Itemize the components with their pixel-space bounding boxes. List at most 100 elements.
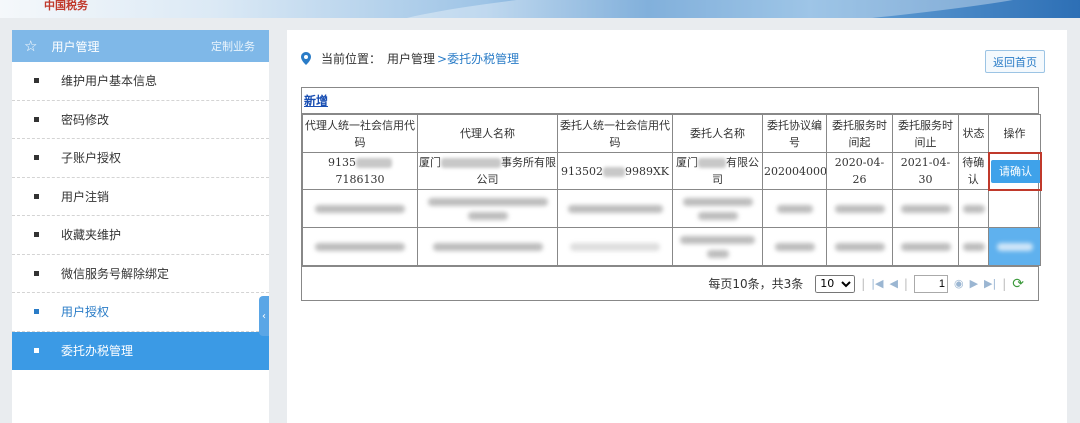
delegation-grid: 新增 代理人统一社会信用代码 代理人名称 委托人统一社会信用代码 委托人名称 委… [301,87,1042,301]
sidebar-item-label: 用户注销 [61,189,110,204]
sidebar-item-sub-account[interactable]: 子账户授权 [12,139,269,178]
agent-code-cell: 9135 7186130 [302,152,418,190]
col-header: 代理人名称 [417,114,558,153]
sidebar-item-label: 维护用户基本信息 [61,74,158,89]
bullet-icon [34,309,39,315]
col-header: 状态 [958,114,989,153]
refresh-icon[interactable]: ⟳ [1012,276,1024,292]
blurred-cell [892,189,959,228]
blurred-text [315,204,405,213]
sidebar-item-delegation[interactable]: 委托办税管理 [12,331,269,370]
blurred-text [996,242,1033,251]
agent-name-cell: 厦门 事务所有限公司 [417,152,558,190]
sidebar-item-basic-info[interactable]: 维护用户基本信息 [12,62,269,101]
page-size-select[interactable]: 10 [815,274,856,293]
location-pin-icon [301,52,311,65]
redaction-mask [602,166,625,177]
blurred-text [467,211,508,220]
blurred-text [900,204,951,213]
blurred-action-cell[interactable] [988,227,1041,266]
blurred-text [570,242,660,251]
go-page-icon[interactable]: ◉ [954,277,964,290]
blurred-cell [557,189,673,228]
blurred-cell [302,227,418,266]
blurred-cell [988,189,1041,228]
table-row [302,227,1041,266]
bullet-icon [34,116,39,122]
star-icon: ☆ [24,37,38,55]
blurred-text [680,235,755,244]
blurred-text [427,197,548,206]
blurred-cell [302,189,418,228]
blurred-text [834,242,885,251]
blurred-text [776,204,813,213]
breadcrumb: 当前位置： 用户管理 >委托办税管理 [301,50,519,67]
blurred-cell [417,189,558,228]
start-date-cell: 2020-04-26 [826,152,893,190]
agent-name-prefix: 厦门 [419,156,441,169]
redaction-mask [698,158,726,168]
blurred-cell [672,227,763,266]
sidebar-collapse-handle[interactable]: ‹ [259,296,269,336]
col-header: 代理人统一社会信用代码 [302,114,418,153]
client-name-prefix: 厦门 [676,156,698,169]
blurred-text [834,204,885,213]
bullet-icon [34,193,39,199]
first-page-icon[interactable]: |◀ [871,277,883,290]
blurred-cell [762,189,827,228]
blurred-cell [892,227,959,266]
col-header: 委托协议编号 [762,114,827,153]
agent-code-prefix: 9135 [328,156,356,169]
breadcrumb-user-management[interactable]: 用户管理 [387,50,435,67]
custom-business-link[interactable]: 定制业务 [211,38,255,54]
blurred-text [682,197,753,206]
add-link[interactable]: 新增 [304,92,328,109]
last-page-icon[interactable]: ▶| [984,277,996,290]
table-header-row: 代理人统一社会信用代码 代理人名称 委托人统一社会信用代码 委托人名称 委托协议… [302,114,1041,153]
blurred-text [567,204,663,213]
blurred-cell [826,227,893,266]
col-header: 操作 [988,114,1041,153]
sidebar-item-password[interactable]: 密码修改 [12,101,269,139]
pager-divider: | [861,276,866,291]
blurred-text [962,204,985,213]
client-code-cell: 913502 9989XK [557,152,673,190]
sidebar-item-wechat-unbind[interactable]: 微信服务号解除绑定 [12,255,269,293]
site-logo: 中国税务 [44,0,88,12]
col-header: 委托人统一社会信用代码 [557,114,673,153]
blurred-cell [762,227,827,266]
prev-page-icon[interactable]: ◀ [889,277,897,290]
col-header: 委托服务时间止 [892,114,959,153]
sidebar-item-favorites[interactable]: 收藏夹维护 [12,216,269,255]
sidebar-item-deregister[interactable]: 用户注销 [12,178,269,216]
blurred-text [432,242,543,251]
sidebar-item-label: 用户授权 [61,305,110,320]
col-header: 委托服务时间起 [826,114,893,153]
client-code-prefix: 913502 [560,164,603,178]
page-number-input[interactable] [913,274,948,293]
blurred-text [900,242,951,251]
confirm-button[interactable]: 请确认 [990,159,1039,183]
bullet-icon [34,348,39,354]
sidebar-header: ☆ 用户管理 定制业务 [12,30,269,62]
action-cell: 请确认 [987,151,1042,191]
bullet-icon [34,232,39,238]
main-panel: 当前位置： 用户管理 >委托办税管理 返回首页 新增 代理人统一社会信用代码 代… [287,30,1067,423]
next-page-icon[interactable]: ▶ [970,277,978,290]
bullet-icon [34,155,39,161]
sidebar-item-authorization[interactable]: 用户授权 [12,293,269,332]
redaction-mask [356,158,392,168]
blurred-cell [557,227,673,266]
end-date-cell: 2021-04-30 [892,152,959,190]
sidebar-item-label: 密码修改 [61,112,110,127]
client-code-suffix: 9989XK [624,164,670,178]
blurred-text [962,242,985,251]
sidebar-item-label: 子账户授权 [61,151,122,166]
blurred-cell [826,189,893,228]
back-home-button[interactable]: 返回首页 [985,50,1045,73]
breadcrumb-delegation: >委托办税管理 [437,52,520,66]
blurred-text [315,242,405,251]
col-header: 委托人名称 [672,114,763,153]
delegation-table: 代理人统一社会信用代码 代理人名称 委托人统一社会信用代码 委托人名称 委托协议… [302,114,1042,266]
sidebar-item-label: 收藏夹维护 [61,228,122,243]
